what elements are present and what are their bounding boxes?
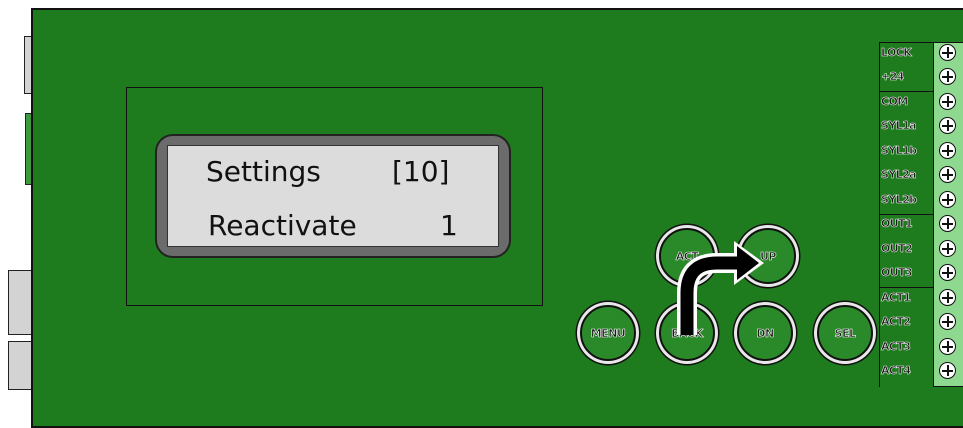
terminal-screw-icon: [939, 142, 956, 159]
terminal-screw-icon: [939, 117, 956, 134]
sel-button-label: SEL: [834, 326, 856, 340]
terminal-screw-icon: [939, 68, 956, 85]
terminal-label: ACT1: [881, 291, 911, 305]
terminal-label: ACT2: [881, 315, 911, 329]
terminal-screw-icon: [939, 44, 956, 61]
lcd-line2-label: Reactivate: [208, 209, 357, 242]
terminal-label: ACT4: [881, 364, 911, 378]
terminal-label: SYL2a: [881, 168, 917, 182]
terminal-screw-icon: [939, 289, 956, 306]
terminal-screw-icon: [939, 240, 956, 257]
terminal-label: ACT3: [881, 340, 911, 354]
menu-button[interactable]: MENU: [580, 305, 636, 361]
curved-arrow-icon: [677, 241, 764, 335]
terminal-label: LOCK: [881, 46, 912, 60]
terminal-group-divider: [879, 287, 933, 288]
lcd-line1-label: Settings: [206, 155, 321, 188]
terminal-label: SYL2b: [881, 193, 918, 207]
terminal-label: OUT1: [881, 217, 913, 231]
terminal-screw-icon: [939, 313, 956, 330]
terminal-label: COM: [881, 95, 909, 109]
terminal-screw-icon: [939, 264, 956, 281]
terminal-screw-icon: [939, 93, 956, 110]
terminal-label: OUT3: [881, 266, 913, 280]
lcd-line2-value: 1: [440, 209, 458, 242]
terminal-label: +24: [881, 70, 905, 84]
side-connector-lower: [8, 270, 33, 335]
menu-button-label: MENU: [590, 326, 626, 340]
terminal-group-divider: [879, 91, 933, 92]
terminal-screw-icon: [939, 338, 956, 355]
terminal-screw-icon: [939, 215, 956, 232]
terminal-group-divider: [879, 214, 933, 215]
terminal-screw-icon: [939, 166, 956, 183]
sel-button[interactable]: SEL: [817, 305, 873, 361]
terminal-label: SYL1a: [881, 119, 917, 133]
terminal-label: SYL1b: [881, 144, 918, 158]
terminal-label: OUT2: [881, 242, 913, 256]
lcd-line1-value: [10]: [392, 155, 450, 188]
terminal-screw-icon: [939, 191, 956, 208]
terminal-screw-icon: [939, 362, 956, 379]
side-connector-bottom: [8, 341, 33, 390]
